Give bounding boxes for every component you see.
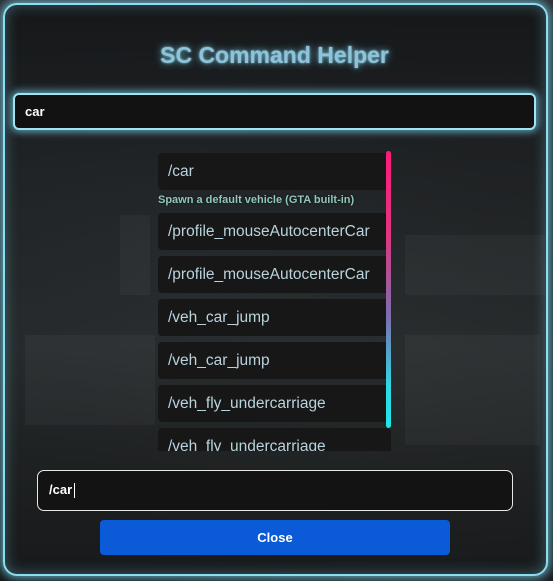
background-shape: [405, 335, 540, 445]
close-button[interactable]: Close: [100, 520, 450, 555]
command-result-item[interactable]: /veh_fly_undercarriage: [158, 385, 391, 422]
command-result-item[interactable]: /veh_fly_undercarriage: [158, 428, 391, 451]
results-scrollbar[interactable]: [386, 151, 391, 428]
command-result-item[interactable]: /profile_mouseAutocenterCar: [158, 213, 391, 250]
background-shape: [120, 215, 150, 295]
command-input[interactable]: /car: [37, 470, 513, 511]
command-input-value: /car: [49, 482, 73, 497]
command-description: Spawn a default vehicle (GTA built-in): [158, 194, 355, 206]
command-results-list[interactable]: /car Spawn a default vehicle (GTA built-…: [158, 153, 392, 451]
command-result-item[interactable]: /veh_car_jump: [158, 342, 391, 379]
panel-title: SC Command Helper: [160, 42, 389, 68]
background-shape: [25, 335, 155, 425]
command-result-item[interactable]: /car: [158, 153, 391, 190]
command-result-item[interactable]: /veh_car_jump: [158, 299, 391, 336]
command-result-item[interactable]: /profile_mouseAutocenterCar: [158, 256, 391, 293]
search-input[interactable]: car: [13, 93, 536, 130]
background-shape: [405, 235, 545, 295]
text-caret: [74, 483, 76, 499]
